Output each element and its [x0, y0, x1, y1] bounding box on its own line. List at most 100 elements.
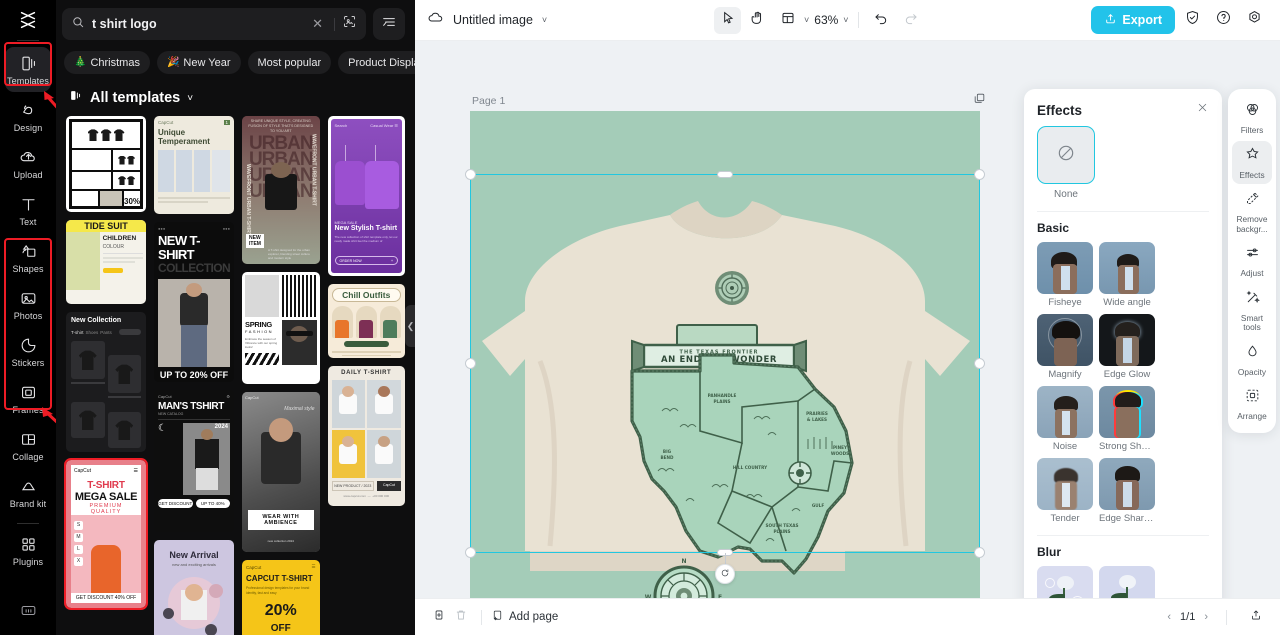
select-tool-button[interactable] [714, 6, 741, 34]
template-card[interactable]: CapCut Maximal style WEAR WITH AMBIENCE … [242, 392, 320, 552]
effect-label: Strong Shar... [1099, 441, 1155, 452]
effect-none[interactable]: None [1037, 126, 1209, 200]
effect-fisheye[interactable]: Fisheye [1037, 242, 1093, 308]
shield-check-button[interactable] [1180, 7, 1206, 33]
delete-page-button[interactable] [450, 606, 472, 628]
tool-arrange[interactable]: Arrange [1232, 382, 1272, 426]
clear-search-icon[interactable]: ✕ [308, 16, 327, 32]
more-horizontal-icon[interactable]: more-horizontal-icon [998, 96, 1018, 106]
zoom-level[interactable]: 63% [812, 13, 840, 27]
effect-low-quality[interactable]: Low Quality [1099, 566, 1155, 598]
template-card[interactable]: New Arrival new and exciting arrivals [154, 540, 235, 635]
hand-tool-button[interactable] [744, 7, 771, 34]
sidebar-item-frames[interactable]: Frames [5, 376, 51, 421]
tool-smart-tools[interactable]: Smart tools [1232, 284, 1272, 337]
opacity-drop-icon [1244, 343, 1261, 365]
chip-product-display[interactable]: Product Display [338, 51, 415, 74]
layout-chevron-down-icon[interactable]: ˅ [804, 15, 809, 25]
tool-adjust[interactable]: Adjust [1232, 239, 1272, 283]
sidebar-item-brand-kit[interactable]: Brand kit [5, 470, 51, 515]
template-card[interactable]: TIDE SUIT CHILDREN COLOUR [66, 220, 147, 304]
template-card[interactable]: CapCut 1 Unique Temperament [154, 116, 235, 214]
sidebar-item-stickers[interactable]: Stickers [5, 329, 51, 374]
duplicate-icon[interactable] [973, 92, 986, 110]
tool-filters[interactable]: Filters [1232, 96, 1272, 140]
effect-thumbnail [1037, 566, 1093, 598]
template-card[interactable]: CapCut⚙ MAN'S TSHIRT NEW CATALOG ☾ 2024 [154, 390, 235, 532]
effect-label: Edge Sharp... [1099, 513, 1155, 524]
export-button[interactable]: Export [1091, 6, 1175, 34]
filter-button[interactable] [373, 8, 405, 40]
canvas-page[interactable]: THE TEXAS FRONTIER AN ENDLESS WONDER [470, 111, 980, 598]
sidebar-label-stickers: Stickers [11, 358, 45, 368]
tool-remove-background[interactable]: Remove backgr... [1232, 185, 1272, 238]
effect-bubble[interactable]: Bubble [1037, 566, 1093, 598]
title-chevron-down-icon[interactable]: ˅ [542, 15, 547, 25]
chip-most-popular[interactable]: Most popular [247, 51, 332, 74]
sidebar-item-design[interactable]: Design [5, 94, 51, 139]
chip-christmas[interactable]: 🎄 Christmas [64, 51, 150, 74]
add-page-button[interactable]: Add page [491, 609, 558, 625]
chip-new-year[interactable]: 🎉 New Year [156, 51, 241, 74]
sidebar-item-photos[interactable]: Photos [5, 282, 51, 327]
help-button[interactable] [1211, 7, 1237, 33]
tool-label: Remove backgr... [1236, 214, 1268, 234]
template-card[interactable]: ●●● ●●● NEW T-SHIRT COLLECTION UP TO 20% … [154, 222, 235, 382]
duplicate-page-button[interactable] [428, 606, 450, 628]
sidebar-item-collage[interactable]: Collage [5, 423, 51, 468]
zoom-chevron-down-icon[interactable]: ˅ [843, 15, 848, 25]
settings-button[interactable] [1242, 7, 1268, 33]
sidebar-item-shapes[interactable]: Shapes [5, 235, 51, 280]
search-input[interactable]: t shirt logo ✕ [62, 8, 366, 40]
template-card[interactable]: SPRING FASHION Embrace the season of Vib… [242, 272, 320, 384]
none-effect-tile[interactable] [1037, 126, 1095, 184]
all-templates-dropdown[interactable]: All templates ˅ [56, 76, 415, 116]
template-card[interactable]: Chill Outfits [327, 284, 405, 358]
keyboard-shortcuts-icon[interactable] [19, 601, 38, 625]
template-card[interactable]: CapCut ☰ T-SHIRT MEGA SALE PREMIUM QUALIT… [63, 458, 149, 610]
effect-thumbnail [1037, 458, 1093, 510]
template-card[interactable]: DAILY T-SHIRT NEW PRODUCT / 2023 CapCut … [327, 366, 405, 506]
tool-effects[interactable]: Effects [1232, 140, 1272, 184]
effect-edge-glow[interactable]: Edge Glow [1099, 314, 1155, 380]
capcut-logo-icon[interactable] [0, 0, 56, 40]
effect-strong-sharpen[interactable]: Strong Shar... [1099, 386, 1155, 452]
effects-section-blur: Blur [1037, 545, 1061, 559]
effect-thumbnail [1099, 386, 1155, 438]
undo-button[interactable] [868, 7, 895, 34]
effect-tender[interactable]: Tender [1037, 458, 1093, 524]
effect-magnify[interactable]: Magnify [1037, 314, 1093, 380]
effect-wide-angle[interactable]: Wide angle [1099, 242, 1155, 308]
template-card[interactable]: New Collection T-shirt Shoes Pants [66, 312, 147, 452]
templates-icon [68, 88, 83, 108]
template-card[interactable]: Search Casual Wear ☰ MEGA SALE New Stylis… [327, 116, 405, 276]
canvas-area[interactable]: Page 1 more-horizontal-icon [415, 41, 1280, 598]
svg-text:HILL COUNTRY: HILL COUNTRY [733, 465, 768, 470]
prev-page-button[interactable]: ‹ [1167, 611, 1171, 623]
sidebar-item-plugins[interactable]: Plugins [5, 528, 51, 573]
layout-tool-button[interactable] [774, 7, 801, 34]
effects-body[interactable]: None Basic Fisheye Wide angle Magnify Ed… [1024, 126, 1222, 598]
redo-button[interactable] [898, 7, 925, 34]
tool-opacity[interactable]: Opacity [1232, 338, 1272, 382]
template-card[interactable]: SHARE UNIQUE STYLE, CREATING FUSION OF S… [242, 116, 320, 264]
shapes-icon [18, 241, 38, 261]
effect-noise[interactable]: Noise [1037, 386, 1093, 452]
image-search-icon[interactable] [342, 14, 357, 34]
quick-export-button[interactable] [1245, 606, 1267, 628]
cloud-save-icon[interactable] [427, 9, 444, 31]
template-card[interactable]: CapCut ☰ CAPCUT T-SHIRT Professional desi… [242, 560, 320, 635]
sidebar-item-text[interactable]: Text [5, 188, 51, 233]
next-page-button[interactable]: › [1204, 611, 1208, 623]
effect-edge-sharpen[interactable]: Edge Sharp... [1099, 458, 1155, 524]
template-card[interactable]: 30% [66, 116, 147, 212]
stickers-icon [18, 335, 38, 355]
document-title[interactable]: Untitled image [453, 13, 533, 27]
remove-background-icon [1244, 190, 1261, 212]
collapse-panel-handle[interactable]: ❮ [405, 305, 415, 347]
close-effects-button[interactable] [1196, 101, 1209, 119]
sidebar-item-upload[interactable]: Upload [5, 141, 51, 186]
tool-label: Opacity [1237, 366, 1267, 377]
effect-thumbnail [1037, 242, 1093, 294]
sidebar-item-templates[interactable]: Templates [5, 47, 51, 92]
